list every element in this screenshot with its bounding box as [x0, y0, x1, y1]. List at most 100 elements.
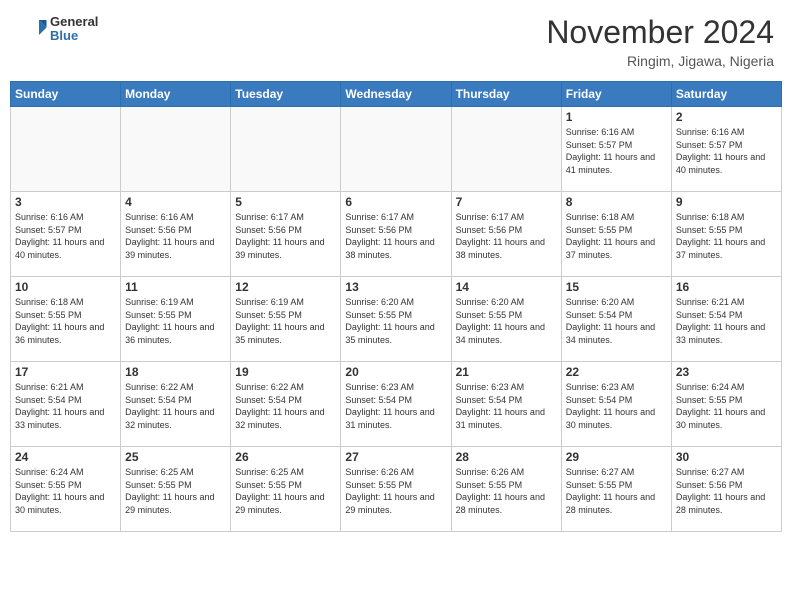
day-number: 23: [676, 365, 777, 379]
calendar-cell-21: 21 Sunrise: 6:23 AMSunset: 5:54 PMDayligh…: [451, 362, 561, 447]
day-number: 24: [15, 450, 116, 464]
day-info: Sunrise: 6:20 AMSunset: 5:55 PMDaylight:…: [345, 296, 446, 346]
calendar-cell-2: 2Sunrise: 6:16 AMSunset: 5:57 PMDaylight…: [671, 107, 781, 192]
day-number: 30: [676, 450, 777, 464]
day-info: Sunrise: 6:22 AMSunset: 5:54 PMDaylight:…: [235, 381, 336, 431]
calendar-header-thursday: Thursday: [451, 82, 561, 107]
logo-general: General: [50, 15, 98, 29]
day-number: 25: [125, 450, 226, 464]
day-info: Sunrise: 6:21 AMSunset: 5:54 PMDaylight:…: [15, 381, 116, 431]
day-info: Sunrise: 6:22 AMSunset: 5:54 PMDaylight:…: [125, 381, 226, 431]
day-info: Sunrise: 6:18 AMSunset: 5:55 PMDaylight:…: [566, 211, 667, 261]
calendar-cell-5: 5 Sunrise: 6:17 AMSunset: 5:56 PMDaylight…: [231, 192, 341, 277]
day-info: Sunrise: 6:16 AMSunset: 5:56 PMDaylight:…: [125, 211, 226, 261]
calendar-header-friday: Friday: [561, 82, 671, 107]
calendar-cell-8: 8 Sunrise: 6:18 AMSunset: 5:55 PMDaylight…: [561, 192, 671, 277]
header: General Blue November 2024 Ringim, Jigaw…: [10, 10, 782, 73]
day-info: Sunrise: 6:24 AMSunset: 5:55 PMDaylight:…: [15, 466, 116, 516]
day-number: 14: [456, 280, 557, 294]
calendar-cell-27: 27 Sunrise: 6:26 AMSunset: 5:55 PMDayligh…: [341, 447, 451, 532]
calendar-cell-26: 26 Sunrise: 6:25 AMSunset: 5:55 PMDayligh…: [231, 447, 341, 532]
day-number: 4: [125, 195, 226, 209]
calendar-cell-24: 24 Sunrise: 6:24 AMSunset: 5:55 PMDayligh…: [11, 447, 121, 532]
calendar-header-saturday: Saturday: [671, 82, 781, 107]
day-number: 29: [566, 450, 667, 464]
calendar-cell-18: 18Sunrise: 6:22 AMSunset: 5:54 PMDayligh…: [121, 362, 231, 447]
day-info: Sunrise: 6:27 AMSunset: 5:56 PMDaylight:…: [676, 466, 777, 516]
day-number: 22: [566, 365, 667, 379]
logo-text: General Blue: [50, 15, 98, 44]
day-info: Sunrise: 6:16 AMSunset: 5:57 PMDaylight:…: [15, 211, 116, 261]
calendar-cell-29: 29 Sunrise: 6:27 AMSunset: 5:55 PMDayligh…: [561, 447, 671, 532]
day-number: 11: [125, 280, 226, 294]
month-title: November 2024: [546, 14, 774, 51]
day-info: Sunrise: 6:21 AMSunset: 5:54 PMDaylight:…: [676, 296, 777, 346]
day-info: Sunrise: 6:25 AMSunset: 5:55 PMDaylight:…: [125, 466, 226, 516]
calendar-cell-13: 13Sunrise: 6:20 AMSunset: 5:55 PMDayligh…: [341, 277, 451, 362]
day-info: Sunrise: 6:17 AMSunset: 5:56 PMDaylight:…: [345, 211, 446, 261]
calendar-cell-25: 25 Sunrise: 6:25 AMSunset: 5:55 PMDayligh…: [121, 447, 231, 532]
calendar-cell-28: 28 Sunrise: 6:26 AMSunset: 5:55 PMDayligh…: [451, 447, 561, 532]
logo: General Blue: [18, 14, 98, 44]
day-info: Sunrise: 6:23 AMSunset: 5:54 PMDaylight:…: [566, 381, 667, 431]
day-info: Sunrise: 6:20 AMSunset: 5:55 PMDaylight:…: [456, 296, 557, 346]
day-info: Sunrise: 6:16 AMSunset: 5:57 PMDaylight:…: [566, 126, 667, 176]
calendar-cell-17: 17 Sunrise: 6:21 AMSunset: 5:54 PMDayligh…: [11, 362, 121, 447]
calendar-cell-3: 3 Sunrise: 6:16 AMSunset: 5:57 PMDaylight…: [11, 192, 121, 277]
day-info: Sunrise: 6:23 AMSunset: 5:54 PMDaylight:…: [456, 381, 557, 431]
day-number: 8: [566, 195, 667, 209]
day-info: Sunrise: 6:18 AMSunset: 5:55 PMDaylight:…: [676, 211, 777, 261]
day-info: Sunrise: 6:26 AMSunset: 5:55 PMDaylight:…: [456, 466, 557, 516]
calendar-week-3: 17 Sunrise: 6:21 AMSunset: 5:54 PMDayligh…: [11, 362, 782, 447]
calendar-cell-empty: [121, 107, 231, 192]
calendar-body: 1Sunrise: 6:16 AMSunset: 5:57 PMDaylight…: [11, 107, 782, 532]
calendar-cell-empty: [451, 107, 561, 192]
calendar-header-sunday: Sunday: [11, 82, 121, 107]
calendar-cell-4: 4 Sunrise: 6:16 AMSunset: 5:56 PMDaylight…: [121, 192, 231, 277]
logo-blue: Blue: [50, 29, 98, 43]
calendar-cell-1: 1Sunrise: 6:16 AMSunset: 5:57 PMDaylight…: [561, 107, 671, 192]
day-number: 19: [235, 365, 336, 379]
day-info: Sunrise: 6:26 AMSunset: 5:55 PMDaylight:…: [345, 466, 446, 516]
day-info: Sunrise: 6:24 AMSunset: 5:55 PMDaylight:…: [676, 381, 777, 431]
location: Ringim, Jigawa, Nigeria: [546, 53, 774, 69]
day-info: Sunrise: 6:25 AMSunset: 5:55 PMDaylight:…: [235, 466, 336, 516]
day-number: 21: [456, 365, 557, 379]
day-number: 26: [235, 450, 336, 464]
calendar-week-1: 3 Sunrise: 6:16 AMSunset: 5:57 PMDaylight…: [11, 192, 782, 277]
calendar-cell-11: 11 Sunrise: 6:19 AMSunset: 5:55 PMDayligh…: [121, 277, 231, 362]
calendar-cell-15: 15Sunrise: 6:20 AMSunset: 5:54 PMDayligh…: [561, 277, 671, 362]
day-number: 6: [345, 195, 446, 209]
day-number: 27: [345, 450, 446, 464]
page: General Blue November 2024 Ringim, Jigaw…: [0, 0, 792, 612]
calendar-week-4: 24 Sunrise: 6:24 AMSunset: 5:55 PMDayligh…: [11, 447, 782, 532]
day-number: 15: [566, 280, 667, 294]
calendar-cell-12: 12Sunrise: 6:19 AMSunset: 5:55 PMDayligh…: [231, 277, 341, 362]
day-info: Sunrise: 6:18 AMSunset: 5:55 PMDaylight:…: [15, 296, 116, 346]
calendar-cell-23: 23 Sunrise: 6:24 AMSunset: 5:55 PMDayligh…: [671, 362, 781, 447]
day-info: Sunrise: 6:19 AMSunset: 5:55 PMDaylight:…: [235, 296, 336, 346]
calendar-cell-22: 22 Sunrise: 6:23 AMSunset: 5:54 PMDayligh…: [561, 362, 671, 447]
day-number: 3: [15, 195, 116, 209]
calendar-week-2: 10 Sunrise: 6:18 AMSunset: 5:55 PMDayligh…: [11, 277, 782, 362]
calendar-cell-empty: [11, 107, 121, 192]
day-number: 17: [15, 365, 116, 379]
day-number: 10: [15, 280, 116, 294]
day-info: Sunrise: 6:27 AMSunset: 5:55 PMDaylight:…: [566, 466, 667, 516]
day-number: 28: [456, 450, 557, 464]
calendar-header-wednesday: Wednesday: [341, 82, 451, 107]
day-number: 5: [235, 195, 336, 209]
day-info: Sunrise: 6:17 AMSunset: 5:56 PMDaylight:…: [456, 211, 557, 261]
day-info: Sunrise: 6:17 AMSunset: 5:56 PMDaylight:…: [235, 211, 336, 261]
calendar-cell-16: 16 Sunrise: 6:21 AMSunset: 5:54 PMDayligh…: [671, 277, 781, 362]
calendar-cell-9: 9Sunrise: 6:18 AMSunset: 5:55 PMDaylight…: [671, 192, 781, 277]
calendar-table: SundayMondayTuesdayWednesdayThursdayFrid…: [10, 81, 782, 532]
calendar-cell-30: 30 Sunrise: 6:27 AMSunset: 5:56 PMDayligh…: [671, 447, 781, 532]
day-number: 2: [676, 110, 777, 124]
day-info: Sunrise: 6:19 AMSunset: 5:55 PMDaylight:…: [125, 296, 226, 346]
day-number: 16: [676, 280, 777, 294]
calendar-week-0: 1Sunrise: 6:16 AMSunset: 5:57 PMDaylight…: [11, 107, 782, 192]
calendar-cell-14: 14 Sunrise: 6:20 AMSunset: 5:55 PMDayligh…: [451, 277, 561, 362]
calendar-cell-19: 19 Sunrise: 6:22 AMSunset: 5:54 PMDayligh…: [231, 362, 341, 447]
logo-icon: [18, 14, 48, 44]
